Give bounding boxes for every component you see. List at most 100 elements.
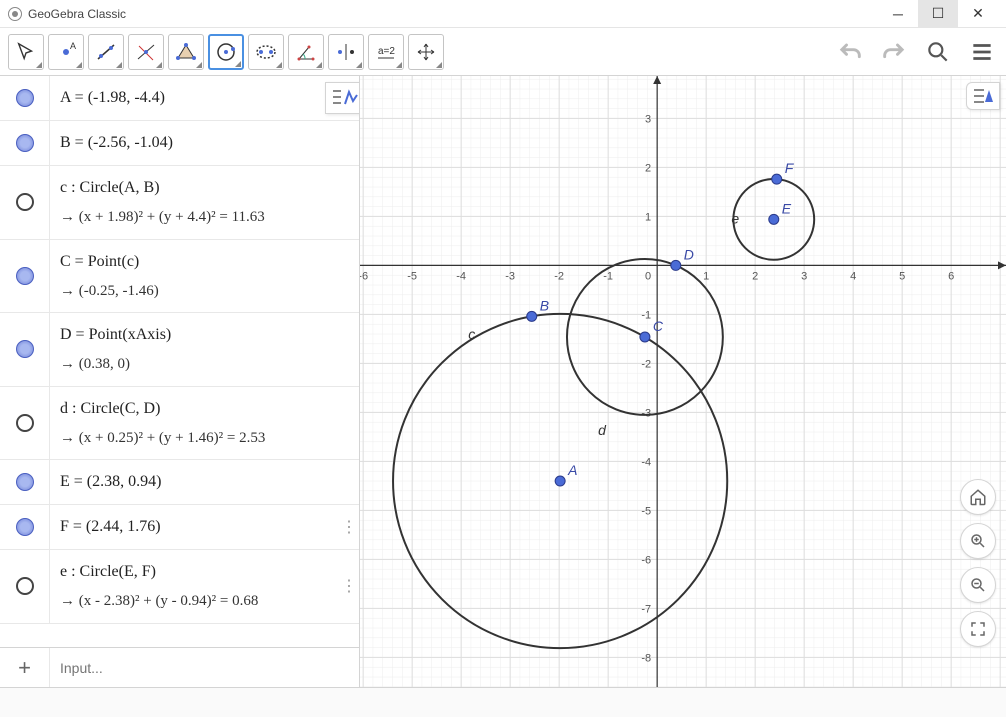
zoom-in-button[interactable] — [960, 523, 996, 559]
zoom-out-button[interactable] — [960, 567, 996, 603]
graphics-settings-toggle[interactable] — [966, 82, 1000, 110]
svg-text:B: B — [540, 297, 549, 313]
svg-text:1: 1 — [645, 211, 651, 223]
svg-text:-8: -8 — [641, 652, 651, 664]
algebra-row[interactable]: B = (-2.56, -1.04) — [0, 121, 359, 166]
svg-text:1: 1 — [703, 270, 709, 282]
tool-move-view[interactable] — [408, 34, 444, 70]
svg-text:A: A — [70, 41, 76, 51]
algebra-row-content: F = (2.44, 1.76) — [50, 505, 339, 549]
tool-reflect[interactable] — [328, 34, 364, 70]
svg-text:c: c — [468, 326, 475, 342]
visibility-point-icon[interactable] — [16, 473, 34, 491]
row-menu-button[interactable]: ⋮ — [339, 550, 359, 623]
svg-text:-4: -4 — [641, 456, 651, 468]
visibility-point-icon[interactable] — [16, 134, 34, 152]
svg-text:F: F — [785, 160, 795, 176]
svg-text:3: 3 — [645, 113, 651, 125]
algebra-row[interactable]: C = Point(c)→ (-0.25, -1.46) — [0, 240, 359, 314]
visibility-point-icon[interactable] — [16, 267, 34, 285]
tool-move[interactable] — [8, 34, 44, 70]
row-menu-button[interactable]: ⋮ — [339, 505, 359, 549]
tool-polygon[interactable] — [168, 34, 204, 70]
tool-point[interactable]: A — [48, 34, 84, 70]
svg-text:d: d — [598, 422, 607, 438]
svg-text:5: 5 — [899, 270, 905, 282]
algebra-row[interactable]: E = (2.38, 0.94) — [0, 460, 359, 505]
app-logo-icon — [8, 7, 22, 21]
algebra-row-content: e : Circle(E, F)→ (x - 2.38)² + (y - 0.9… — [50, 550, 339, 623]
algebra-list[interactable]: A = (-1.98, -4.4)B = (-2.56, -1.04)c : C… — [0, 76, 359, 647]
svg-text:-5: -5 — [407, 270, 417, 282]
algebra-row-content: C = Point(c)→ (-0.25, -1.46) — [50, 240, 359, 313]
tool-slider[interactable]: a=2 — [368, 34, 404, 70]
algebra-row[interactable]: A = (-1.98, -4.4) — [0, 76, 359, 121]
algebra-row[interactable]: e : Circle(E, F)→ (x - 2.38)² + (y - 0.9… — [0, 550, 359, 624]
close-button[interactable]: ✕ — [958, 0, 998, 28]
svg-text:-2: -2 — [554, 270, 564, 282]
svg-text:a=2: a=2 — [378, 46, 395, 57]
add-object-button[interactable]: + — [0, 648, 50, 687]
tool-ellipse[interactable] — [248, 34, 284, 70]
redo-button[interactable] — [880, 38, 908, 66]
svg-text:-2: -2 — [641, 358, 651, 370]
svg-text:-7: -7 — [641, 603, 651, 615]
home-button[interactable] — [960, 479, 996, 515]
window-title: GeoGebra Classic — [28, 7, 878, 21]
svg-text:-5: -5 — [641, 505, 651, 517]
algebra-row-content: d : Circle(C, D)→ (x + 0.25)² + (y + 1.4… — [50, 387, 359, 460]
algebra-input[interactable] — [50, 660, 359, 676]
algebra-panel: A = (-1.98, -4.4)B = (-2.56, -1.04)c : C… — [0, 76, 360, 687]
visibility-circle-icon[interactable] — [16, 577, 34, 595]
svg-text:D: D — [684, 246, 694, 262]
title-bar: GeoGebra Classic ─ ☐ ✕ — [0, 0, 1006, 28]
graphics-view[interactable]: -6-5-4-3-2-1123456-8-7-6-5-4-3-2-11230cd… — [360, 76, 1006, 687]
visibility-circle-icon[interactable] — [16, 414, 34, 432]
svg-text:6: 6 — [948, 270, 954, 282]
algebra-row[interactable]: c : Circle(A, B)→ (x + 1.98)² + (y + 4.4… — [0, 166, 359, 240]
svg-text:A: A — [567, 462, 577, 478]
algebra-view-toggle[interactable] — [325, 82, 360, 114]
tool-angle[interactable] — [288, 34, 324, 70]
algebra-row[interactable]: d : Circle(C, D)→ (x + 0.25)² + (y + 1.4… — [0, 387, 359, 461]
undo-button[interactable] — [836, 38, 864, 66]
svg-text:4: 4 — [850, 270, 856, 282]
toolbar: A a=2 — [0, 28, 1006, 76]
svg-text:3: 3 — [801, 270, 807, 282]
algebra-row-content: B = (-2.56, -1.04) — [50, 121, 359, 165]
algebra-row-content: A = (-1.98, -4.4) — [50, 76, 359, 120]
svg-text:e: e — [731, 210, 739, 226]
svg-text:C: C — [653, 318, 664, 334]
input-row: + — [0, 647, 359, 687]
visibility-point-icon[interactable] — [16, 518, 34, 536]
algebra-row[interactable]: D = Point(xAxis)→ (0.38, 0) — [0, 313, 359, 387]
visibility-point-icon[interactable] — [16, 340, 34, 358]
algebra-row-content: D = Point(xAxis)→ (0.38, 0) — [50, 313, 359, 386]
toolbar-right — [836, 38, 996, 66]
algebra-row-content: E = (2.38, 0.94) — [50, 460, 359, 504]
svg-text:-6: -6 — [360, 270, 368, 282]
tool-circle[interactable] — [208, 34, 244, 70]
maximize-button[interactable]: ☐ — [918, 0, 958, 28]
svg-text:2: 2 — [752, 270, 758, 282]
algebra-row[interactable]: F = (2.44, 1.76)⋮ — [0, 505, 359, 550]
svg-text:-4: -4 — [456, 270, 466, 282]
tool-perpendicular[interactable] — [128, 34, 164, 70]
footer — [0, 687, 1006, 717]
algebra-row-content: c : Circle(A, B)→ (x + 1.98)² + (y + 4.4… — [50, 166, 359, 239]
menu-button[interactable] — [968, 38, 996, 66]
minimize-button[interactable]: ─ — [878, 0, 918, 28]
svg-text:0: 0 — [645, 270, 651, 282]
svg-text:-1: -1 — [603, 270, 613, 282]
fullscreen-button[interactable] — [960, 611, 996, 647]
visibility-circle-icon[interactable] — [16, 193, 34, 211]
svg-text:-1: -1 — [641, 309, 651, 321]
tool-line[interactable] — [88, 34, 124, 70]
search-button[interactable] — [924, 38, 952, 66]
svg-text:E: E — [782, 200, 792, 216]
svg-text:-6: -6 — [641, 554, 651, 566]
visibility-point-icon[interactable] — [16, 89, 34, 107]
svg-text:-3: -3 — [505, 270, 515, 282]
svg-text:2: 2 — [645, 162, 651, 174]
graphics-controls — [960, 479, 996, 647]
